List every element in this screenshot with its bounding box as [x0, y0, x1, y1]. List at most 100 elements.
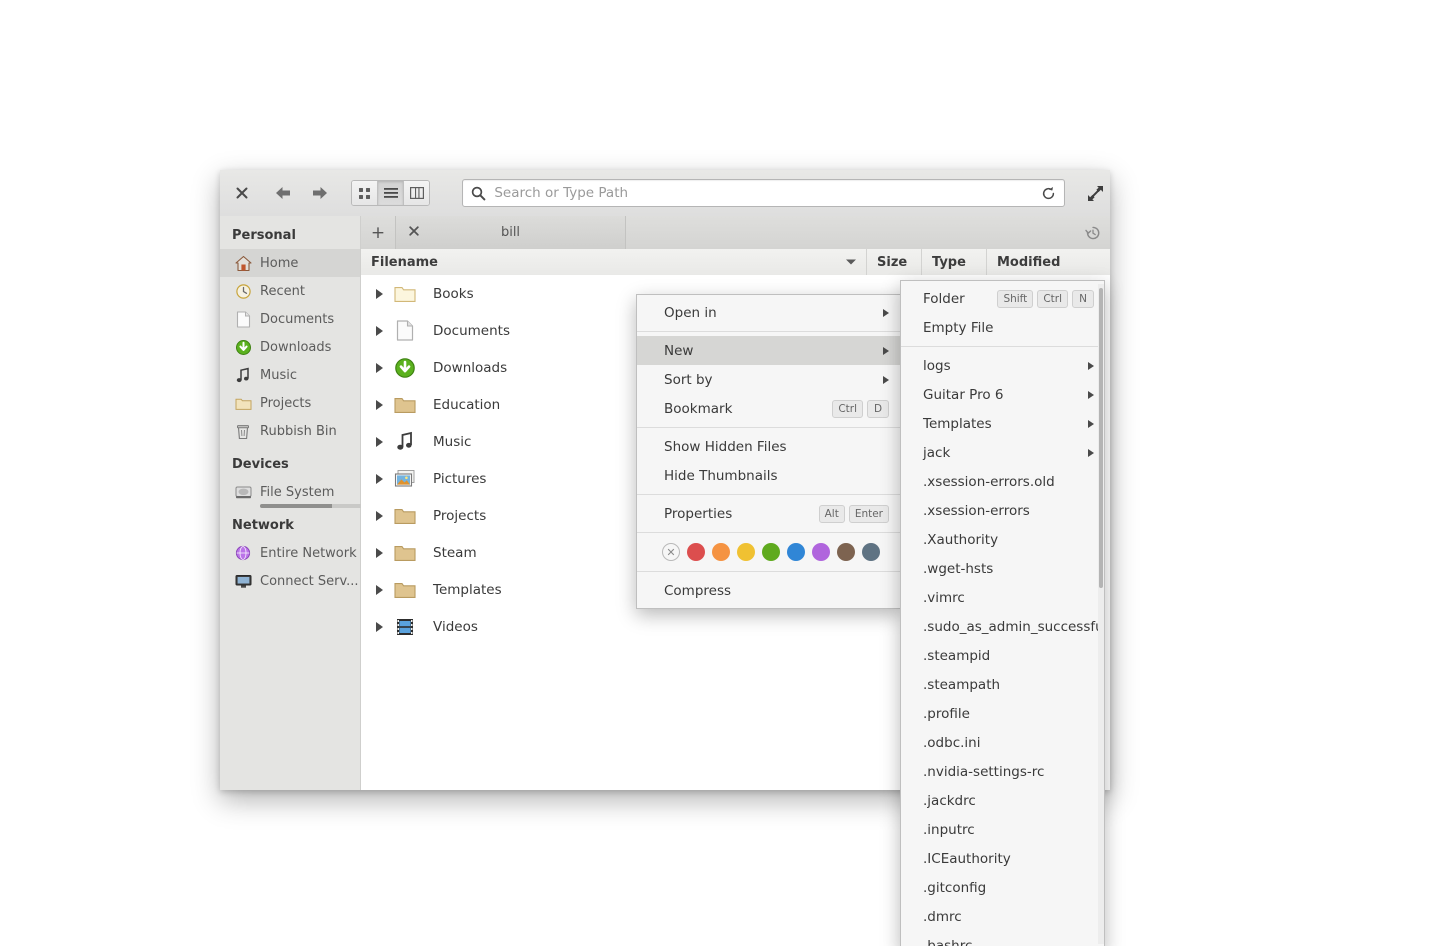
submenu-item-odbc-ini[interactable]: .odbc.ini	[901, 728, 1104, 757]
expand-triangle-icon[interactable]	[365, 362, 393, 373]
column-header-filename[interactable]: Filename	[361, 249, 867, 275]
submenu-item-xsession-errors-old[interactable]: .xsession-errors.old	[901, 467, 1104, 496]
sidebar-item-downloads[interactable]: Downloads	[220, 333, 360, 361]
submenu-item-nvidia-settings-rc[interactable]: .nvidia-settings-rc	[901, 757, 1104, 786]
list-view-button[interactable]	[377, 181, 405, 205]
tab-close-icon[interactable]	[409, 225, 419, 240]
menu-item-bookmark[interactable]: Bookmark Ctrl D	[637, 394, 901, 423]
folder-tan-icon	[393, 504, 417, 528]
key-cap: D	[867, 399, 889, 418]
close-icon[interactable]	[226, 176, 259, 210]
submenu-item-templates[interactable]: Templates	[901, 409, 1104, 438]
search-input[interactable]: Search or Type Path	[494, 185, 1041, 201]
key-cap: Enter	[848, 504, 889, 523]
reload-icon[interactable]	[1041, 186, 1056, 201]
menu-item-sort-by[interactable]: Sort by	[637, 365, 901, 394]
color-swatch-yellow[interactable]	[737, 543, 755, 561]
submenu-item-inputrc[interactable]: .inputrc	[901, 815, 1104, 844]
submenu-item-xauthority[interactable]: .Xauthority	[901, 525, 1104, 554]
menu-item-label: .gitconfig	[923, 879, 987, 896]
expand-triangle-icon[interactable]	[365, 473, 393, 484]
sidebar-item-rubbish-bin[interactable]: Rubbish Bin	[220, 417, 360, 445]
column-header-modified[interactable]: Modified	[987, 249, 1110, 275]
sidebar-item-projects[interactable]: Projects	[220, 389, 360, 417]
submenu-item-jack[interactable]: jack	[901, 438, 1104, 467]
menu-item-compress[interactable]: Compress	[637, 576, 901, 605]
submenu-arrow-icon	[1088, 361, 1094, 370]
menu-item-label: .xsession-errors.old	[923, 473, 1055, 490]
menu-item-label: .dmrc	[923, 908, 962, 925]
submenu-scrollbar-thumb[interactable]	[1099, 288, 1103, 588]
menu-item-hide-thumbnails[interactable]: Hide Thumbnails	[637, 461, 901, 490]
sidebar-item-documents[interactable]: Documents	[220, 305, 360, 333]
expand-triangle-icon[interactable]	[365, 547, 393, 558]
submenu-item-xsession-errors[interactable]: .xsession-errors	[901, 496, 1104, 525]
toolbar: Search or Type Path	[220, 170, 1110, 217]
screen: Search or Type Path Personal Home Recent…	[0, 0, 1451, 946]
recent-icon	[234, 282, 252, 300]
submenu-item-vimrc[interactable]: .vimrc	[901, 583, 1104, 612]
key-cap: N	[1072, 289, 1094, 308]
submenu-item-guitar-pro-6[interactable]: Guitar Pro 6	[901, 380, 1104, 409]
menu-item-open-in[interactable]: Open in	[637, 298, 901, 327]
submenu-item-gitconfig[interactable]: .gitconfig	[901, 873, 1104, 902]
submenu-scrollbar[interactable]	[1098, 284, 1104, 944]
color-swatch-none[interactable]: ✕	[662, 543, 680, 561]
expand-triangle-icon[interactable]	[365, 436, 393, 447]
sidebar-item-file-system[interactable]: File System	[220, 478, 366, 508]
submenu-item-bashrc[interactable]: .bashrc	[901, 931, 1104, 946]
submenu-item-profile[interactable]: .profile	[901, 699, 1104, 728]
expand-triangle-icon[interactable]	[365, 621, 393, 632]
submenu-item-jackdrc[interactable]: .jackdrc	[901, 786, 1104, 815]
color-swatch-green[interactable]	[762, 543, 780, 561]
color-swatch-brown[interactable]	[837, 543, 855, 561]
submenu-item-sudo-as-admin-successful[interactable]: .sudo_as_admin_successful	[901, 612, 1104, 641]
submenu-item-dmrc[interactable]: .dmrc	[901, 902, 1104, 931]
submenu-item-empty-file[interactable]: Empty File	[901, 313, 1104, 342]
menu-item-label: .profile	[923, 705, 970, 722]
color-swatch-orange[interactable]	[712, 543, 730, 561]
folder-cream-icon	[393, 282, 417, 306]
sidebar-item-entire-network[interactable]: Entire Network	[220, 539, 360, 567]
expand-triangle-icon[interactable]	[365, 325, 393, 336]
sidebar-item-home[interactable]: Home	[220, 249, 360, 277]
sidebar-item-music[interactable]: Music	[220, 361, 360, 389]
menu-item-properties[interactable]: Properties Alt Enter	[637, 499, 901, 528]
menu-item-label: .vimrc	[923, 589, 965, 606]
column-header-size[interactable]: Size	[867, 249, 922, 275]
tab-strip: + bill	[361, 216, 1110, 250]
expand-triangle-icon[interactable]	[365, 510, 393, 521]
color-swatch-purple[interactable]	[812, 543, 830, 561]
menu-item-label: Folder	[923, 290, 965, 307]
forward-arrow-icon[interactable]	[304, 176, 337, 210]
submenu-item-folder[interactable]: Folder Shift Ctrl N	[901, 284, 1104, 313]
menu-item-show-hidden-files[interactable]: Show Hidden Files	[637, 432, 901, 461]
expand-triangle-icon[interactable]	[365, 584, 393, 595]
sidebar-item-recent[interactable]: Recent	[220, 277, 360, 305]
expand-icon[interactable]	[1081, 178, 1110, 208]
column-header-type[interactable]: Type	[922, 249, 987, 275]
color-swatch-blue[interactable]	[787, 543, 805, 561]
history-icon[interactable]	[1076, 216, 1110, 249]
color-tag-row: ✕	[637, 537, 901, 567]
submenu-item-wget-hsts[interactable]: .wget-hsts	[901, 554, 1104, 583]
color-swatch-slate[interactable]	[862, 543, 880, 561]
submenu-item-steampath[interactable]: .steampath	[901, 670, 1104, 699]
submenu-item-steampid[interactable]: .steampid	[901, 641, 1104, 670]
menu-separator	[637, 427, 901, 428]
expand-triangle-icon[interactable]	[365, 288, 393, 299]
sidebar-item-connect-server[interactable]: Connect Serv...	[220, 567, 360, 595]
back-arrow-icon[interactable]	[267, 176, 300, 210]
tab-bill[interactable]: bill	[396, 216, 626, 249]
submenu-item-iceauthority[interactable]: .ICEauthority	[901, 844, 1104, 873]
menu-item-new[interactable]: New	[637, 336, 901, 365]
icon-view-button[interactable]	[351, 181, 378, 205]
menu-item-label: .wget-hsts	[923, 560, 994, 577]
submenu-item-logs[interactable]: logs	[901, 351, 1104, 380]
search-bar[interactable]: Search or Type Path	[462, 179, 1065, 207]
new-tab-button[interactable]: +	[361, 216, 396, 249]
column-view-button[interactable]	[404, 181, 430, 205]
expand-triangle-icon[interactable]	[365, 399, 393, 410]
key-cap: Shift	[997, 289, 1034, 308]
color-swatch-red[interactable]	[687, 543, 705, 561]
